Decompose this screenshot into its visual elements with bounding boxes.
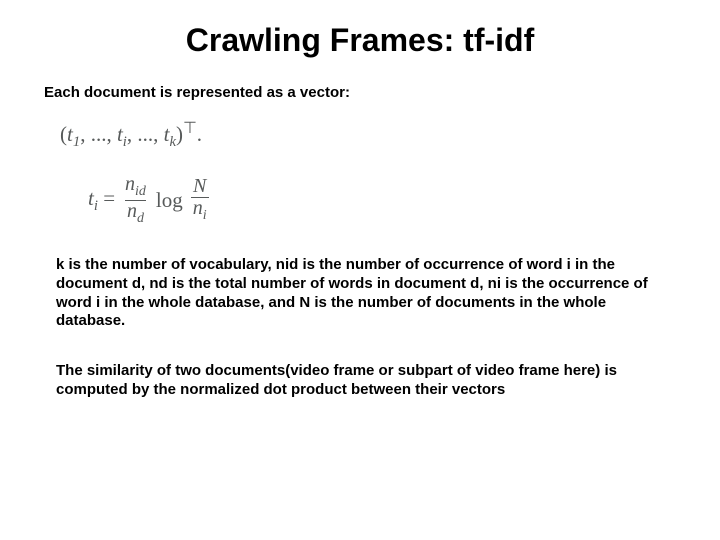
- den2-sub: i: [203, 208, 207, 223]
- sep2: , ...,: [127, 122, 164, 146]
- eq-sign: =: [98, 186, 115, 210]
- intro-text: Each document is represented as a vector…: [44, 84, 350, 101]
- sep1: , ...,: [80, 122, 117, 146]
- den2-n: n: [193, 197, 203, 219]
- fraction-1: nid nd: [123, 174, 148, 226]
- den1-sub: d: [137, 211, 144, 226]
- vector-formula: (t1, ..., ti, ..., tk)⊤.: [60, 118, 202, 151]
- log-text: log: [156, 188, 183, 213]
- slide: Crawling Frames: tf-idf Each document is…: [0, 0, 720, 540]
- definitions-paragraph: k is the number of vocabulary, nid is th…: [56, 256, 656, 331]
- num2-N: N: [193, 175, 206, 197]
- page-title: Crawling Frames: tf-idf: [0, 22, 720, 59]
- num1-sub: id: [135, 184, 146, 199]
- transpose-sup: ⊤: [183, 120, 197, 137]
- fraction-2: N ni: [191, 176, 209, 224]
- similarity-paragraph: The similarity of two documents(video fr…: [56, 362, 656, 400]
- formula-tail: .: [197, 122, 202, 146]
- paren-left: (: [60, 122, 67, 146]
- den1-n: n: [127, 200, 137, 222]
- ti-formula: ti = nid nd log N ni: [88, 174, 209, 226]
- paren-right: ): [176, 122, 183, 146]
- num1-n: n: [125, 173, 135, 195]
